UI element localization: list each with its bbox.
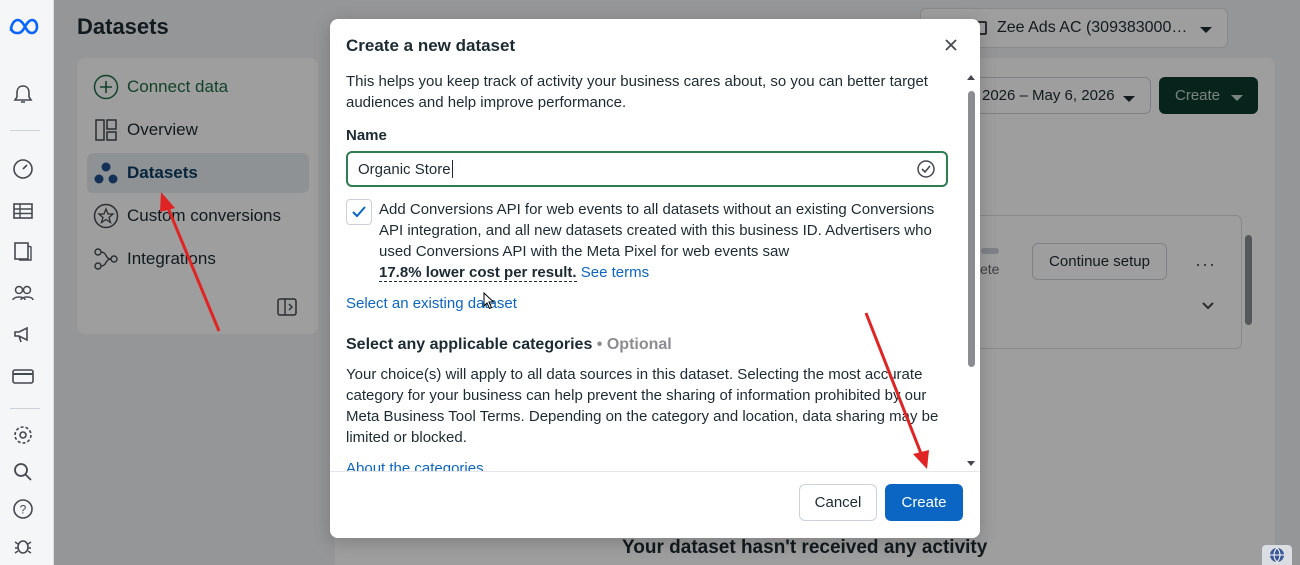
megaphone-icon[interactable]	[11, 322, 35, 346]
cost-stat: 17.8% lower cost per result.	[379, 264, 577, 282]
cancel-button[interactable]: Cancel	[799, 484, 877, 521]
categories-title: Select any applicable categories	[346, 336, 593, 353]
categories-heading: Select any applicable categories • Optio…	[346, 336, 672, 354]
globe-icon[interactable]	[1262, 545, 1292, 565]
check-circle-icon	[916, 159, 936, 179]
categories-description: Your choice(s) will apply to all data so…	[346, 366, 939, 446]
create-dataset-dialog: Create a new dataset This helps you keep…	[330, 19, 980, 538]
see-terms-link[interactable]: See terms	[581, 264, 649, 281]
billing-icon[interactable]	[11, 364, 35, 388]
bug-icon[interactable]	[11, 534, 35, 558]
optional-label: • Optional	[596, 336, 672, 353]
settings-icon[interactable]	[11, 423, 35, 447]
conversions-api-checkbox[interactable]	[346, 199, 372, 225]
checkbox-description: Add Conversions API for web events to al…	[379, 201, 935, 260]
svg-text:?: ?	[20, 503, 27, 517]
create-button[interactable]: Create	[885, 484, 963, 521]
catalog-icon[interactable]	[11, 239, 35, 263]
left-rail: ?	[0, 0, 54, 565]
table-icon[interactable]	[11, 199, 35, 223]
dialog-intro: This helps you keep track of activity yo…	[346, 73, 928, 111]
dashboard-icon[interactable]	[11, 157, 35, 181]
mouse-cursor-icon	[483, 291, 495, 315]
dialog-footer	[330, 471, 980, 538]
dialog-title: Create a new dataset	[346, 36, 516, 55]
conversions-api-text: Add Conversions API for web events to al…	[379, 199, 939, 283]
help-icon[interactable]: ?	[11, 497, 35, 521]
close-icon[interactable]	[941, 35, 961, 55]
dataset-name-input[interactable]: Organic Store	[346, 151, 948, 187]
meta-logo[interactable]	[8, 14, 40, 38]
bell-icon[interactable]	[11, 82, 35, 106]
search-icon[interactable]	[11, 460, 35, 484]
dataset-name-value: Organic Store	[358, 160, 451, 178]
people-icon[interactable]	[11, 281, 35, 305]
dialog-scroll-thumb[interactable]	[968, 91, 975, 367]
name-field-label: Name	[346, 127, 387, 144]
